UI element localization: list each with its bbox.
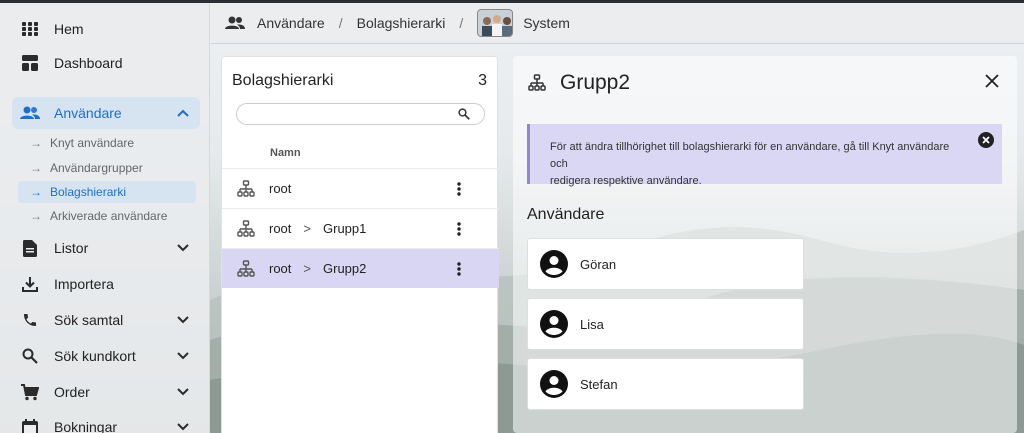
- sidebar-item-label: Order: [54, 384, 90, 400]
- people-icon: [225, 16, 245, 30]
- calendar-icon: [20, 417, 40, 433]
- sidebar-item-bokningar[interactable]: Bokningar: [12, 411, 200, 433]
- sidebar-item-label: Listor: [54, 240, 89, 256]
- cart-icon: [20, 382, 40, 402]
- grid-icon: [20, 19, 40, 39]
- account-circle-icon: [540, 370, 568, 398]
- chevron-down-icon: [174, 239, 192, 257]
- sidebar-subitem-label: Knyt användare: [50, 136, 135, 150]
- sidebar-subitem-arkiverade-anvandare[interactable]: → Arkiverade användare: [18, 205, 196, 227]
- document-icon: [20, 238, 40, 258]
- search-input[interactable]: [236, 103, 485, 125]
- path-separator: >: [303, 261, 311, 276]
- hierarchy-list-panel: Bolagshierarki 3 Namn root root > Grupp1: [221, 56, 499, 433]
- table-row-selected[interactable]: root > Grupp2: [222, 248, 499, 288]
- phone-icon: [20, 310, 40, 330]
- breadcrumb-current: System: [523, 15, 570, 31]
- sidebar-subitem-label: Bolagshierarki: [50, 185, 127, 199]
- breadcrumb-separator: /: [338, 15, 343, 31]
- sidebar-subitem-anvandargrupper[interactable]: → Användargrupper: [18, 157, 196, 179]
- dashboard-icon: [20, 53, 40, 73]
- arrow-right-icon: →: [30, 161, 42, 175]
- sidebar-item-order[interactable]: Order: [12, 376, 200, 408]
- search-icon[interactable]: [458, 107, 470, 125]
- chevron-down-icon: [174, 418, 192, 433]
- more-vert-icon[interactable]: [451, 219, 467, 239]
- people-icon: [20, 103, 40, 123]
- user-name: Stefan: [580, 376, 618, 392]
- arrow-right-icon: →: [30, 185, 42, 199]
- sidebar-subitem-bolagshierarki[interactable]: → Bolagshierarki: [18, 181, 196, 203]
- table-row[interactable]: root > Grupp1: [222, 208, 499, 248]
- download-icon: [20, 274, 40, 294]
- user-name: Göran: [580, 256, 617, 272]
- table-row[interactable]: root: [222, 168, 499, 208]
- row-label-parent: root: [269, 221, 292, 236]
- breadcrumb: Användare / Bolagshierarki / System: [211, 3, 1024, 44]
- user-name: Lisa: [580, 316, 604, 332]
- search-icon: [20, 346, 40, 366]
- sidebar-item-sok-samtal[interactable]: Sök samtal: [12, 304, 200, 336]
- item-count: 3: [478, 72, 487, 89]
- sidebar: Hem Dashboard Användare → Knyt användare…: [0, 3, 210, 433]
- user-card[interactable]: Stefan: [527, 358, 804, 410]
- path-separator: >: [303, 221, 311, 236]
- chevron-down-icon: [174, 383, 192, 401]
- dismiss-banner-icon[interactable]: [978, 132, 994, 148]
- user-card[interactable]: Göran: [527, 238, 804, 290]
- column-header-name[interactable]: Namn: [270, 147, 301, 159]
- sidebar-item-sok-kundkort[interactable]: Sök kundkort: [12, 340, 200, 372]
- account-circle-icon: [540, 250, 568, 278]
- breadcrumb-separator: /: [459, 15, 464, 31]
- system-avatar-image: [477, 9, 514, 37]
- group-detail-panel: Grupp2 För att ändra tillhörighet till b…: [513, 56, 1017, 433]
- hierarchy-icon: [237, 179, 255, 198]
- chevron-down-icon: [174, 311, 192, 329]
- sidebar-subitem-knyt-anvandare[interactable]: → Knyt användare: [18, 132, 196, 154]
- info-banner-text-line1: För att ändra tillhörighet till bolagshi…: [550, 141, 950, 170]
- chevron-up-icon: [174, 104, 192, 122]
- sidebar-item-label: Hem: [54, 21, 84, 37]
- sidebar-item-listor[interactable]: Listor: [12, 232, 200, 264]
- users-section-title: Användare: [527, 206, 605, 223]
- hierarchy-icon: [237, 259, 255, 278]
- info-banner-text-line2: redigera respektive användare.: [550, 175, 702, 187]
- sidebar-item-dashboard[interactable]: Dashboard: [12, 47, 200, 79]
- more-vert-icon[interactable]: [451, 179, 467, 199]
- close-icon[interactable]: [985, 74, 1001, 90]
- sidebar-item-importera[interactable]: Importera: [12, 268, 200, 300]
- sidebar-item-label: Sök kundkort: [54, 348, 136, 364]
- arrow-right-icon: →: [30, 136, 42, 150]
- row-label-parent: root: [269, 261, 292, 276]
- row-label: Grupp2: [323, 261, 367, 276]
- sidebar-subitem-label: Användargrupper: [50, 161, 143, 175]
- arrow-right-icon: →: [30, 209, 42, 223]
- sidebar-item-label: Importera: [54, 276, 114, 292]
- sidebar-item-label: Bokningar: [54, 419, 118, 433]
- row-label: root: [269, 181, 292, 196]
- sidebar-subitem-label: Arkiverade användare: [50, 209, 168, 223]
- chevron-down-icon: [174, 347, 192, 365]
- more-vert-icon[interactable]: [451, 259, 467, 279]
- panel-title: Bolagshierarki: [232, 72, 334, 89]
- hierarchy-icon: [237, 219, 255, 238]
- row-label: Grupp1: [323, 221, 367, 236]
- sidebar-item-label: Dashboard: [54, 55, 123, 71]
- group-title: Grupp2: [560, 71, 631, 94]
- sidebar-item-anvandare[interactable]: Användare: [12, 97, 200, 129]
- sidebar-item-hem[interactable]: Hem: [12, 13, 200, 45]
- user-card[interactable]: Lisa: [527, 298, 804, 350]
- breadcrumb-hierarchy[interactable]: Bolagshierarki: [357, 15, 446, 31]
- info-banner: För att ändra tillhörighet till bolagshi…: [527, 124, 1002, 187]
- sidebar-item-label: Sök samtal: [54, 312, 124, 328]
- breadcrumb-users[interactable]: Användare: [257, 15, 325, 31]
- account-circle-icon: [540, 310, 568, 338]
- sidebar-item-label: Användare: [54, 105, 122, 121]
- hierarchy-icon: [528, 74, 546, 97]
- window-top-edge: [0, 0, 1024, 3]
